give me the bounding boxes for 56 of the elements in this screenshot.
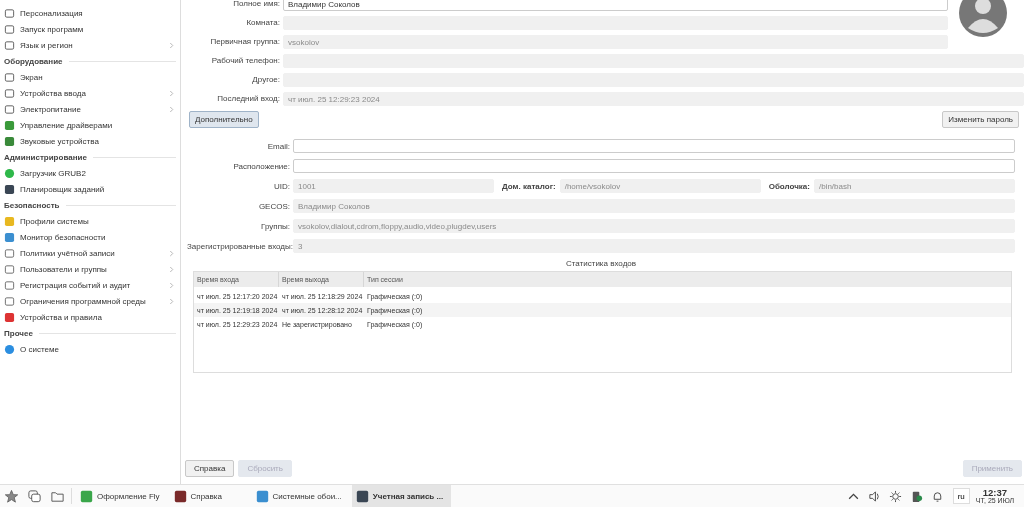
sidebar-item[interactable]: Устройства и правила <box>0 309 180 325</box>
field-label: Расположение: <box>232 161 291 171</box>
keyboard-layout-button[interactable]: ru <box>952 488 970 504</box>
sidebar-item[interactable]: Планировщик заданий <box>0 181 180 197</box>
sidebar-item[interactable]: Электропитание <box>0 101 180 117</box>
windows-icon[interactable] <box>27 488 42 504</box>
sidebar-item[interactable]: Экран <box>0 69 180 85</box>
sidebar-item[interactable]: Звуковые устройства <box>0 133 180 149</box>
clock-time[interactable]: 12:37 <box>982 487 1008 498</box>
input-field[interactable]: Владимир Соколов <box>283 0 948 11</box>
section-header: Безопасность <box>4 200 60 210</box>
sidebar-item[interactable]: Политики учётной записи <box>0 245 180 261</box>
sidebar-item[interactable]: Профили системы <box>0 213 180 229</box>
volume-icon[interactable] <box>867 489 881 503</box>
taskbar-task[interactable]: Учетная запись ... <box>351 485 452 507</box>
brightness-icon[interactable] <box>888 489 902 503</box>
change-password-button[interactable]: Изменить пароль <box>942 111 1019 128</box>
sidebar-item[interactable]: О системе <box>0 341 180 357</box>
sidebar-item[interactable]: Управление драйверами <box>0 117 180 133</box>
input-field[interactable] <box>293 159 1015 173</box>
sidebar-item[interactable]: Устройства ввода <box>0 85 180 101</box>
footer-button[interactable]: Справка <box>185 460 235 477</box>
sidebar-item[interactable]: Загрузчик GRUB2 <box>0 165 180 181</box>
field-label: Зарегистрированные входы: <box>187 241 293 251</box>
field-label: Последний вход: <box>216 94 281 103</box>
section-header: Оборудование <box>4 56 63 66</box>
field-label: UID: <box>273 181 291 191</box>
field-label: Другое: <box>251 75 281 84</box>
section-header: Администрирование <box>4 152 87 162</box>
star-icon[interactable] <box>4 488 19 504</box>
sidebar-item[interactable]: Язык и регион <box>0 37 180 53</box>
field-label: Первичная группа: <box>209 37 281 46</box>
table-title: Статистика входов <box>564 259 637 268</box>
taskbar-task[interactable]: Справка <box>169 485 250 507</box>
field-label: Полное имя: <box>232 0 281 8</box>
sidebar-item[interactable]: Монитор безопасности <box>0 229 180 245</box>
field-label: Группы: <box>260 221 291 231</box>
field-label: Дом. каталог: <box>501 181 557 191</box>
advanced-button[interactable]: Дополнительно <box>189 111 259 128</box>
avatar-icon <box>958 0 1008 38</box>
field-label: Комната: <box>245 18 281 27</box>
sidebar-item[interactable]: Пользователи и группы <box>0 261 180 277</box>
sidebar-item[interactable]: Запуск программ <box>0 21 180 37</box>
field-label: Email: <box>266 141 291 151</box>
input-field[interactable] <box>293 139 1015 153</box>
circle-icon <box>4 167 15 179</box>
section-header: Прочее <box>4 328 33 338</box>
field-label: Оболочка: <box>767 181 811 191</box>
taskbar-task[interactable]: Оформление Fly <box>76 485 168 507</box>
sidebar-item[interactable]: Ограничения программной среды <box>0 293 180 309</box>
taskbar-task[interactable]: Системные обои... <box>251 485 350 507</box>
field-label: GECOS: <box>257 201 291 211</box>
sidebar-item[interactable]: Персонализация <box>0 5 180 21</box>
sidebar-item[interactable]: Регистрация событий и аудит <box>0 277 180 293</box>
field-label: Рабочий телефон: <box>210 56 281 65</box>
chevron-icon <box>169 41 174 49</box>
